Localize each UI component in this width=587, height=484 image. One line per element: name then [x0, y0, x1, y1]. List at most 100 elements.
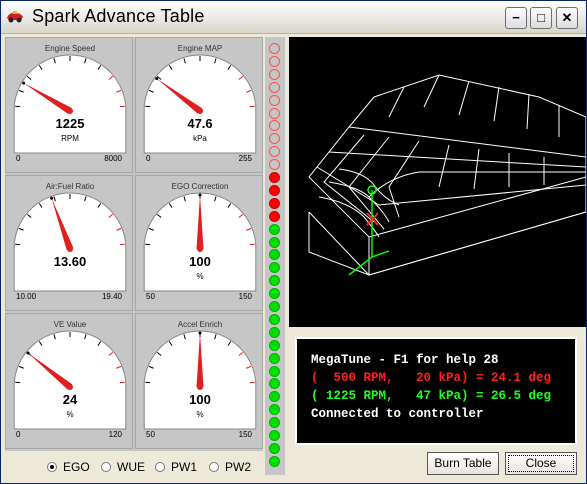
gauge-hub [197, 246, 203, 252]
status-led [269, 365, 280, 377]
radio-label: EGO [63, 460, 90, 474]
status-led [269, 120, 280, 132]
status-led [269, 430, 280, 441]
gauge-min-label: 0 [16, 154, 21, 163]
gauge-min-label: 50 [146, 292, 155, 301]
status-led [269, 172, 280, 183]
status-led [269, 55, 280, 67]
status-led [269, 133, 280, 145]
gauge-max-label: 255 [238, 154, 252, 163]
gauge-min-label: 0 [16, 430, 21, 439]
radio-ego[interactable]: EGO [47, 460, 90, 474]
gauge-unit: RPM [61, 134, 79, 143]
radio-indicator[interactable] [47, 462, 57, 472]
radio-pw2[interactable]: PW2 [209, 460, 251, 474]
minimize-button[interactable]: − [505, 7, 527, 29]
gauge-hub [67, 384, 73, 390]
status-led [269, 197, 280, 209]
window-title: Spark Advance Table [32, 6, 205, 26]
console-line-red: ( 500 RPM, 20 kPa) = 24.1 deg [311, 371, 552, 385]
status-led [269, 81, 280, 93]
status-led [269, 288, 280, 300]
gauge-max-label: 150 [238, 292, 252, 301]
gauge-unit: kPa [193, 134, 207, 143]
gauge-ve-value: VE Value 24 % 0 120 [5, 313, 133, 449]
gauge-hub [67, 246, 73, 252]
gauge-max-label: 120 [108, 430, 122, 439]
message-console: MegaTune - F1 for help 28 ( 500 RPM, 20 … [295, 337, 577, 445]
maximize-button[interactable]: □ [530, 7, 552, 29]
gauge-needle-tip [155, 77, 159, 81]
gauge-needle-tip [22, 81, 26, 85]
gauge-hub [197, 108, 203, 114]
radio-label: WUE [117, 460, 145, 474]
status-led [269, 146, 280, 158]
gauge-value: 24 [62, 392, 78, 407]
app-icon [7, 11, 23, 23]
spark-advance-window: Spark Advance Table − □ ✕ Engine Speed 1… [0, 0, 587, 484]
status-led [269, 249, 280, 261]
mode-radio-group: EGO WUE PW1 PW2 [5, 453, 263, 481]
title-bar[interactable]: Spark Advance Table − □ ✕ [1, 1, 586, 34]
gauge-min-label: 50 [146, 430, 155, 439]
gauge-hub [67, 108, 73, 114]
gauge-unit: % [66, 410, 74, 419]
gauge-value: 100 [189, 392, 211, 407]
console-line-status: Connected to controller [311, 407, 484, 421]
spark-table-3d-view[interactable] [289, 37, 587, 327]
status-led [269, 107, 280, 119]
status-led [269, 94, 280, 106]
radio-indicator[interactable] [155, 462, 165, 472]
status-led [269, 352, 280, 364]
radio-indicator[interactable] [101, 462, 111, 472]
status-led [269, 223, 280, 235]
gauge-unit: % [196, 272, 204, 281]
status-led-column [265, 37, 285, 475]
gauge-value: 1225 [55, 116, 85, 131]
status-led [269, 339, 280, 351]
gauge-engine-speed: Engine Speed 1225 RPM 0 8000 [5, 37, 133, 173]
gauge-max-label: 8000 [104, 154, 122, 163]
gauge-value: 100 [189, 254, 211, 269]
gauge-air-fuel-ratio: Air:Fuel Ratio 13.60 10.00 19.40 [5, 175, 133, 311]
burn-table-button[interactable]: Burn Table [427, 452, 499, 475]
status-led [269, 378, 280, 390]
console-line-green: ( 1225 RPM, 47 kPa) = 26.5 deg [311, 389, 552, 403]
gauge-accel-enrich: Accel Enrich 100 % 50 150 [135, 313, 263, 449]
status-led [269, 442, 280, 454]
gauge-engine-map: Engine MAP 47.6 kPa 0 255 [135, 37, 263, 173]
gauge-needle-tip [26, 351, 30, 355]
radio-indicator[interactable] [209, 462, 219, 472]
status-led [269, 301, 280, 312]
gauge-needle-tip [198, 331, 202, 335]
gauge-value: 47.6 [187, 116, 213, 131]
status-led [269, 236, 280, 248]
status-led [269, 184, 280, 196]
status-led [269, 68, 280, 80]
close-window-button[interactable]: ✕ [556, 7, 578, 29]
gauge-min-label: 10.00 [16, 292, 37, 301]
radio-wue[interactable]: WUE [101, 460, 145, 474]
console-line-title: MegaTune - F1 for help 28 [311, 353, 499, 367]
gauge-max-label: 19.40 [101, 292, 122, 301]
gauge-panel: Engine Speed 1225 RPM 0 8000 Engine MAP … [5, 37, 263, 451]
status-led [269, 391, 280, 403]
status-led [269, 313, 280, 325]
status-led [269, 455, 280, 467]
status-led [269, 326, 280, 338]
gauge-needle-tip [50, 196, 54, 200]
gauge-hub [197, 384, 203, 390]
radio-label: PW1 [171, 460, 198, 474]
status-led [269, 43, 280, 54]
gauge-value: 13.60 [53, 254, 87, 269]
wireframe-surface [308, 74, 587, 276]
status-led [269, 404, 280, 416]
status-led [269, 275, 280, 287]
radio-pw1[interactable]: PW1 [155, 460, 197, 474]
status-led [269, 262, 280, 274]
console-panel: MegaTune - F1 for help 28 ( 500 RPM, 20 … [289, 329, 586, 451]
gauge-needle-tip [198, 193, 202, 197]
close-button[interactable]: Close [505, 452, 577, 475]
status-led [269, 159, 280, 171]
gauge-unit: % [196, 410, 204, 419]
